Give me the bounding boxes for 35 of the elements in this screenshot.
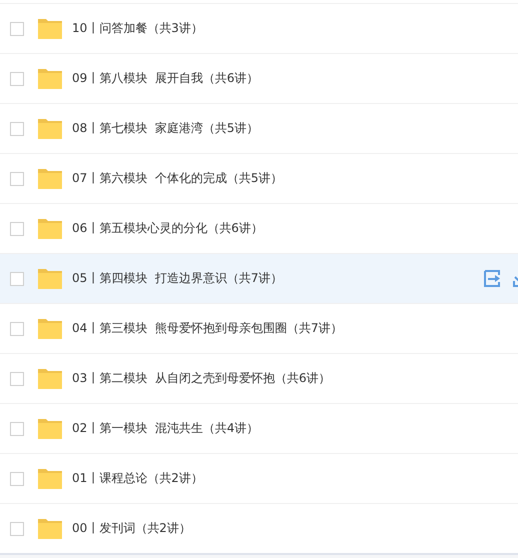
folder-icon — [38, 418, 62, 439]
folder-name: 07丨第六模块 个体化的完成（共5讲） — [72, 170, 283, 187]
folder-name: 02丨第一模块 混沌共生（共4讲） — [72, 420, 259, 437]
checkbox[interactable] — [10, 422, 24, 436]
folder-icon — [38, 218, 62, 239]
folder-name: 06丨第五模块心灵的分化（共6讲） — [72, 220, 263, 237]
checkbox[interactable] — [10, 472, 24, 486]
folder-name: 01丨课程总论（共2讲） — [72, 470, 203, 487]
checkbox[interactable] — [10, 522, 24, 536]
folder-name: 09丨第八模块 展开自我（共6讲） — [72, 70, 259, 87]
folder-icon — [38, 468, 62, 489]
checkbox[interactable] — [10, 272, 24, 286]
checkbox[interactable] — [10, 172, 24, 186]
checkbox[interactable] — [10, 322, 24, 336]
checkbox[interactable] — [10, 22, 24, 36]
folder-icon — [38, 68, 62, 89]
folder-name: 08丨第七模块 家庭港湾（共5讲） — [72, 120, 259, 137]
checkbox[interactable] — [10, 372, 24, 386]
folder-name: 04丨第三模块 熊母爱怀抱到母亲包围圈（共7讲） — [72, 320, 343, 337]
folder-icon — [38, 318, 62, 339]
folder-icon — [38, 18, 62, 39]
folder-name: 10丨问答加餐（共3讲） — [72, 20, 203, 37]
folder-row[interactable]: 05丨第四模块 打造边界意识（共7讲） — [0, 253, 518, 303]
move-icon[interactable] — [484, 270, 501, 287]
folder-name: 00丨发刊词（共2讲） — [72, 520, 191, 537]
checkbox[interactable] — [10, 122, 24, 136]
folder-icon — [38, 168, 62, 189]
folder-icon — [38, 268, 62, 289]
folder-icon — [38, 368, 62, 389]
folder-name: 05丨第四模块 打造边界意识（共7讲） — [72, 270, 283, 287]
folder-name: 03丨第二模块 从自闭之壳到母爱怀抱（共6讲） — [72, 370, 331, 387]
folder-icon — [38, 518, 62, 539]
checkbox[interactable] — [10, 72, 24, 86]
folder-icon — [38, 118, 62, 139]
checkbox[interactable] — [10, 222, 24, 236]
